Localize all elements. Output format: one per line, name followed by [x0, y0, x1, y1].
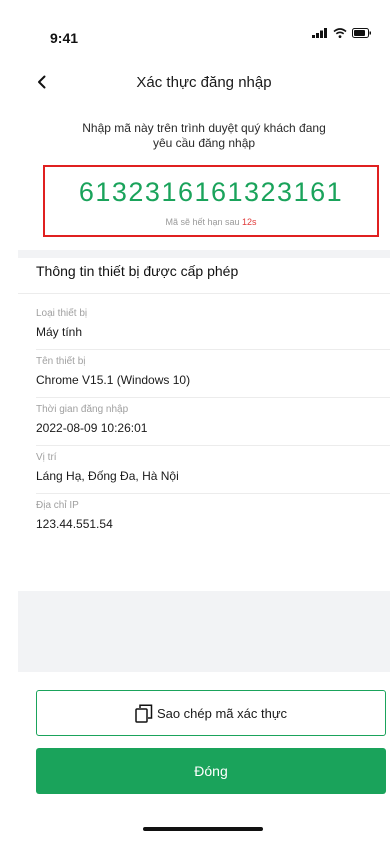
device-info-title: Thông tin thiết bị được cấp phép: [36, 263, 239, 279]
field-value: 2022-08-09 10:26:01: [36, 421, 148, 435]
close-button-label: Đóng: [194, 763, 228, 779]
verification-code-section: Nhập mã này trên trình duyệt quý khách đ…: [18, 108, 390, 250]
field-value: Chrome V15.1 (Windows 10): [36, 373, 191, 387]
field-location: Vị trí Láng Hạ, Đống Đa, Hà Nội: [36, 446, 390, 494]
status-icons: [312, 28, 372, 38]
field-device-type: Loại thiết bị Máy tính: [36, 302, 390, 350]
bottom-actions: Sao chép mã xác thực Đóng: [18, 672, 390, 843]
home-indicator[interactable]: [143, 827, 263, 831]
field-label: Loại thiết bị: [36, 308, 88, 319]
expiry-text: Mã sẽ hết hạn sau 12s: [45, 217, 377, 227]
field-label: Địa chỉ IP: [36, 500, 79, 511]
field-value: Láng Hạ, Đống Đa, Hà Nội: [36, 469, 179, 483]
device-info-section: Thông tin thiết bị được cấp phép Loại th…: [18, 258, 390, 591]
page-title: Xác thực đăng nhập: [136, 74, 272, 91]
cellular-signal-icon: [312, 28, 327, 38]
copy-code-button[interactable]: Sao chép mã xác thực: [36, 690, 386, 736]
wifi-icon: [333, 28, 347, 38]
copy-icon: [135, 703, 153, 723]
close-button[interactable]: Đóng: [36, 748, 386, 794]
status-bar: 9:41: [18, 0, 390, 56]
field-login-time: Thời gian đăng nhập 2022-08-09 10:26:01: [36, 398, 390, 446]
battery-icon: [352, 28, 371, 38]
copy-button-label: Sao chép mã xác thực: [156, 705, 288, 721]
app-screen: 9:41 Xác thực đăng nhập Nhập mã này trên…: [18, 0, 390, 843]
code-box: 6132316161323161 Mã sẽ hết hạn sau 12s: [43, 165, 379, 237]
status-time: 9:41: [50, 30, 79, 46]
divider: [18, 293, 390, 294]
verification-code: 6132316161323161: [78, 177, 344, 207]
code-instruction: Nhập mã này trên trình duyệt quý khách đ…: [82, 121, 326, 150]
nav-bar: Xác thực đăng nhập: [18, 56, 390, 108]
field-device-name: Tên thiết bị Chrome V15.1 (Windows 10): [36, 350, 390, 398]
expiry-countdown: 12s: [242, 217, 257, 227]
field-ip-address: Địa chỉ IP 123.44.551.54: [36, 494, 390, 542]
field-value: Máy tính: [36, 325, 83, 339]
expiry-prefix: Mã sẽ hết hạn sau: [165, 217, 240, 227]
field-value: 123.44.551.54: [36, 517, 113, 531]
field-label: Vị trí: [36, 452, 57, 463]
field-label: Tên thiết bị: [36, 356, 86, 367]
field-label: Thời gian đăng nhập: [36, 404, 129, 415]
